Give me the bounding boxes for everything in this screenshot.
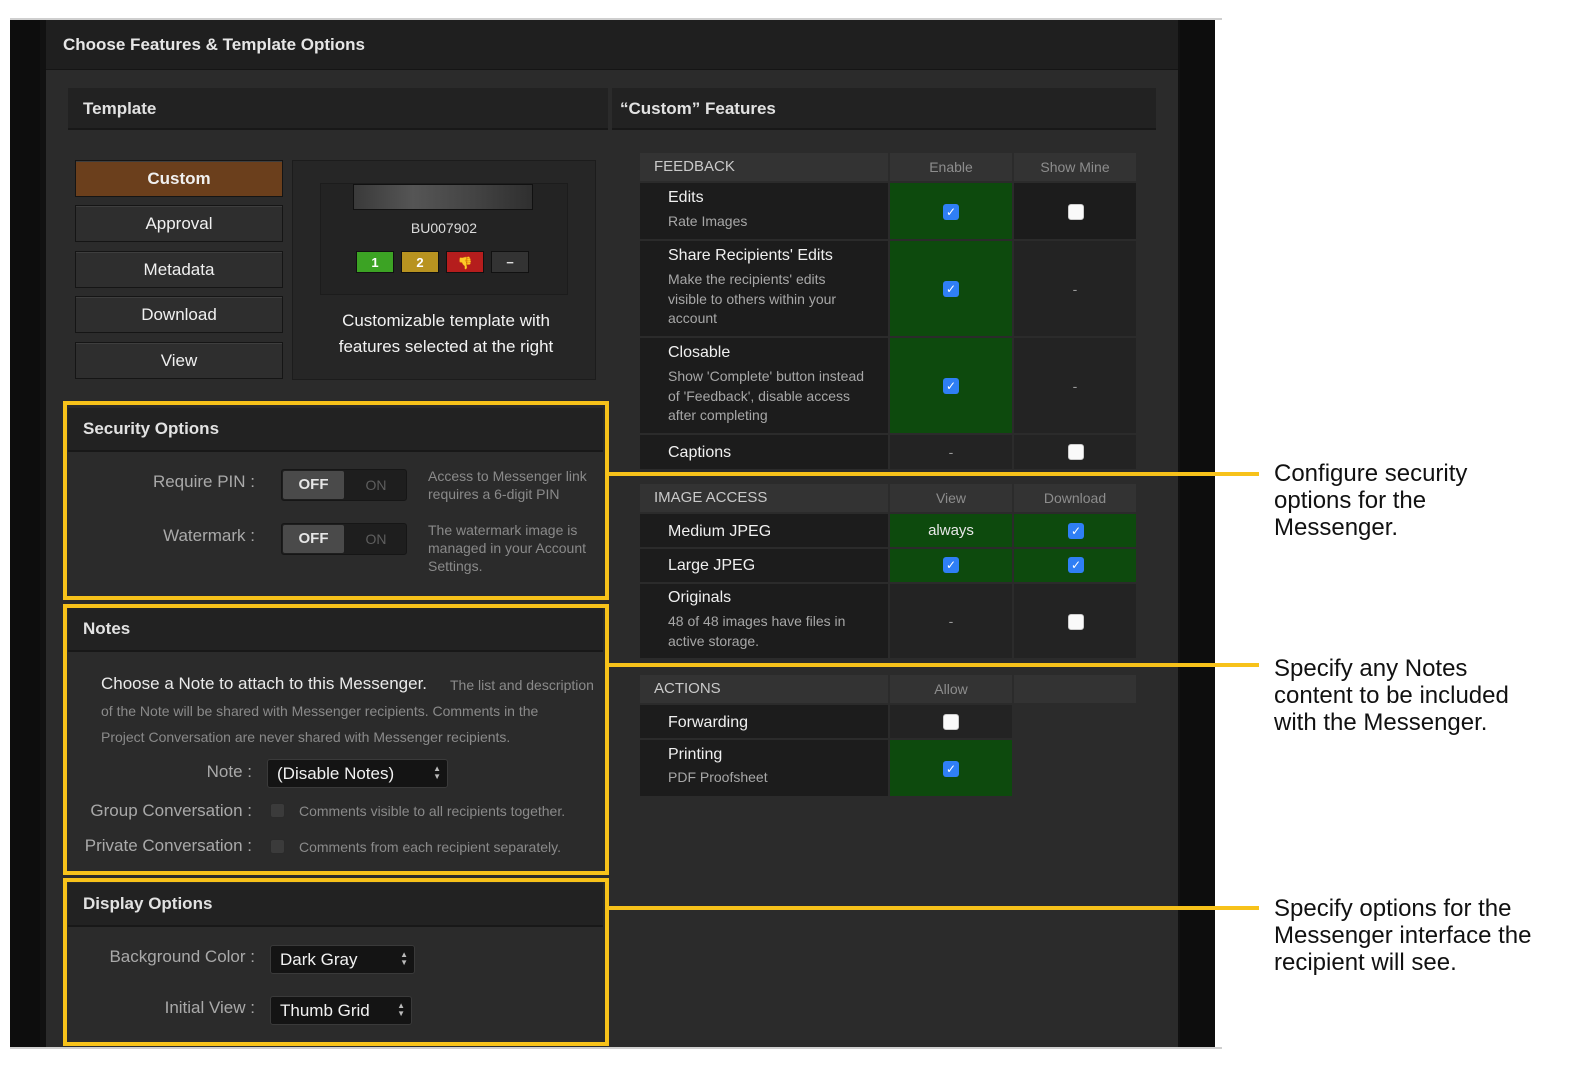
- share-edits-enable-checkbox[interactable]: ✓: [943, 281, 959, 297]
- callout-line: Configure security: [1274, 460, 1468, 487]
- closable-showmine-na: -: [1072, 378, 1078, 394]
- template-description-line: features selected at the right: [338, 337, 554, 356]
- callout-line: options for the: [1274, 487, 1427, 514]
- actions-section-title: ACTIONS: [640, 675, 888, 703]
- callout-line: Specify options for the: [1274, 895, 1512, 922]
- sub-line: 48 of 48 images have files in: [668, 613, 846, 629]
- image-access-view-header: View: [890, 484, 1012, 512]
- rating-2-button: 2: [401, 251, 439, 273]
- captions-enable-na: -: [948, 444, 954, 460]
- sub-line: after completing: [668, 407, 768, 423]
- originals-label: Originals: [668, 589, 732, 606]
- share-edits-label: Share Recipients' Edits: [668, 247, 833, 264]
- sub-line: Make the recipients' edits: [668, 271, 826, 287]
- sub-line: active storage.: [668, 632, 760, 649]
- template-approval-button[interactable]: Approval: [75, 205, 283, 242]
- forwarding-label: Forwarding: [668, 714, 749, 731]
- clear-rating-button: −: [491, 251, 529, 273]
- edits-enable-checkbox[interactable]: ✓: [943, 204, 959, 220]
- security-highlight-box: [63, 401, 609, 600]
- large-jpeg-view-checkbox[interactable]: ✓: [943, 557, 959, 573]
- security-callout: Configure security options for the Messe…: [1274, 460, 1467, 541]
- share-edits-sub: Make the recipients' edits visible to ot…: [668, 270, 880, 329]
- share-edits-showmine-na: -: [1072, 281, 1078, 297]
- image-access-section-title: IMAGE ACCESS: [640, 484, 888, 512]
- closable-sub: Show 'Complete' button instead of 'Feedb…: [668, 367, 880, 426]
- medium-jpeg-download-checkbox[interactable]: ✓: [1068, 523, 1084, 539]
- callout-line: with the Messenger.: [1274, 709, 1488, 736]
- sub-line: of 'Feedback', disable access: [668, 387, 850, 404]
- image-access-download-header: Download: [1014, 484, 1136, 512]
- display-callout-line: [609, 906, 1259, 910]
- features-heading: “Custom” Features: [620, 99, 776, 118]
- large-jpeg-label: Large JPEG: [668, 557, 756, 574]
- template-view-button[interactable]: View: [75, 342, 283, 379]
- callout-line: Specify any Notes: [1274, 655, 1468, 682]
- callout-line: recipient will see.: [1274, 949, 1457, 976]
- template-description-line: Customizable template with: [342, 311, 550, 330]
- originals-view-na: -: [948, 613, 954, 629]
- rating-1-button: 1: [356, 251, 394, 273]
- callout-line: Messenger interface the: [1274, 922, 1532, 949]
- large-jpeg-download-checkbox[interactable]: ✓: [1068, 557, 1084, 573]
- notes-highlight-box: [63, 604, 609, 875]
- edits-showmine-checkbox[interactable]: [1068, 204, 1084, 220]
- edits-sub: Rate Images: [668, 213, 748, 229]
- display-highlight-box: [63, 878, 609, 1046]
- printing-label: Printing: [668, 746, 723, 763]
- feedback-showmine-header: Show Mine: [1014, 153, 1136, 181]
- actions-empty-header: [1014, 675, 1136, 703]
- medium-jpeg-label: Medium JPEG: [668, 523, 772, 540]
- sub-line: Show 'Complete' button instead: [668, 368, 865, 384]
- template-download-button[interactable]: Download: [75, 296, 283, 333]
- callout-line: content to be included: [1274, 682, 1509, 709]
- printing-sub: PDF Proofsheet: [668, 769, 768, 785]
- display-callout: Specify options for the Messenger interf…: [1274, 895, 1531, 976]
- closable-label: Closable: [668, 344, 731, 361]
- feedback-section-title: FEEDBACK: [640, 153, 888, 181]
- forwarding-allow-checkbox[interactable]: [943, 714, 959, 730]
- sub-line: visible to others within your: [668, 290, 837, 307]
- printing-allow-checkbox[interactable]: ✓: [943, 761, 959, 777]
- captions-showmine-checkbox[interactable]: [1068, 444, 1084, 460]
- thumbs-down-icon: 👎: [446, 251, 484, 273]
- originals-sub: 48 of 48 images have files in active sto…: [668, 612, 880, 651]
- notes-callout: Specify any Notes content to be included…: [1274, 655, 1509, 736]
- template-heading: Template: [83, 99, 157, 118]
- actions-allow-header: Allow: [890, 675, 1012, 703]
- template-description: Customizable template with features sele…: [300, 308, 592, 360]
- edits-label: Edits: [668, 189, 704, 206]
- closable-enable-checkbox[interactable]: ✓: [943, 378, 959, 394]
- template-custom-button[interactable]: Custom: [75, 160, 283, 197]
- window-frame-right: [1180, 18, 1215, 1048]
- medium-jpeg-view-value: always: [928, 522, 974, 539]
- security-callout-line: [609, 472, 1259, 476]
- template-metadata-button[interactable]: Metadata: [75, 251, 283, 288]
- panel-title: Choose Features & Template Options: [63, 35, 365, 54]
- sub-line: account: [668, 310, 718, 326]
- preview-thumbnail-image: [353, 184, 533, 210]
- notes-callout-line: [609, 663, 1259, 667]
- window-frame-left: [10, 18, 40, 1048]
- callout-line: Messenger.: [1274, 514, 1399, 541]
- originals-download-checkbox[interactable]: [1068, 614, 1084, 630]
- feedback-enable-header: Enable: [890, 153, 1012, 181]
- preview-image-code: BU007902: [410, 220, 478, 236]
- bottom-divider: [10, 1047, 1222, 1049]
- captions-label: Captions: [668, 444, 732, 461]
